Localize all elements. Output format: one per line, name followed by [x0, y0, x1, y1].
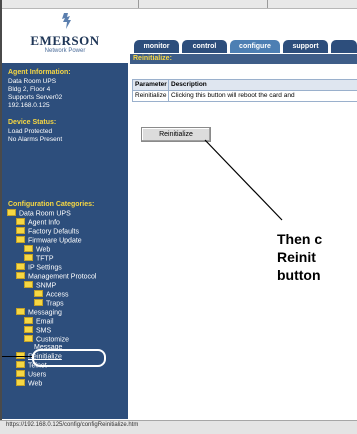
- annotation-line: button: [277, 267, 321, 283]
- status-url: https://192.168.0.125/config/configReini…: [6, 422, 139, 428]
- status-bar: https://192.168.0.125/config/configReini…: [0, 420, 357, 434]
- annotation-arrow: [204, 139, 283, 221]
- annotation-line: Then c: [277, 231, 323, 247]
- annotation-line: Reinit: [277, 249, 316, 265]
- browser-window: EMERSON Network Power Agent Information:…: [0, 0, 357, 434]
- annotation-text: Then c Reinit button: [277, 230, 322, 284]
